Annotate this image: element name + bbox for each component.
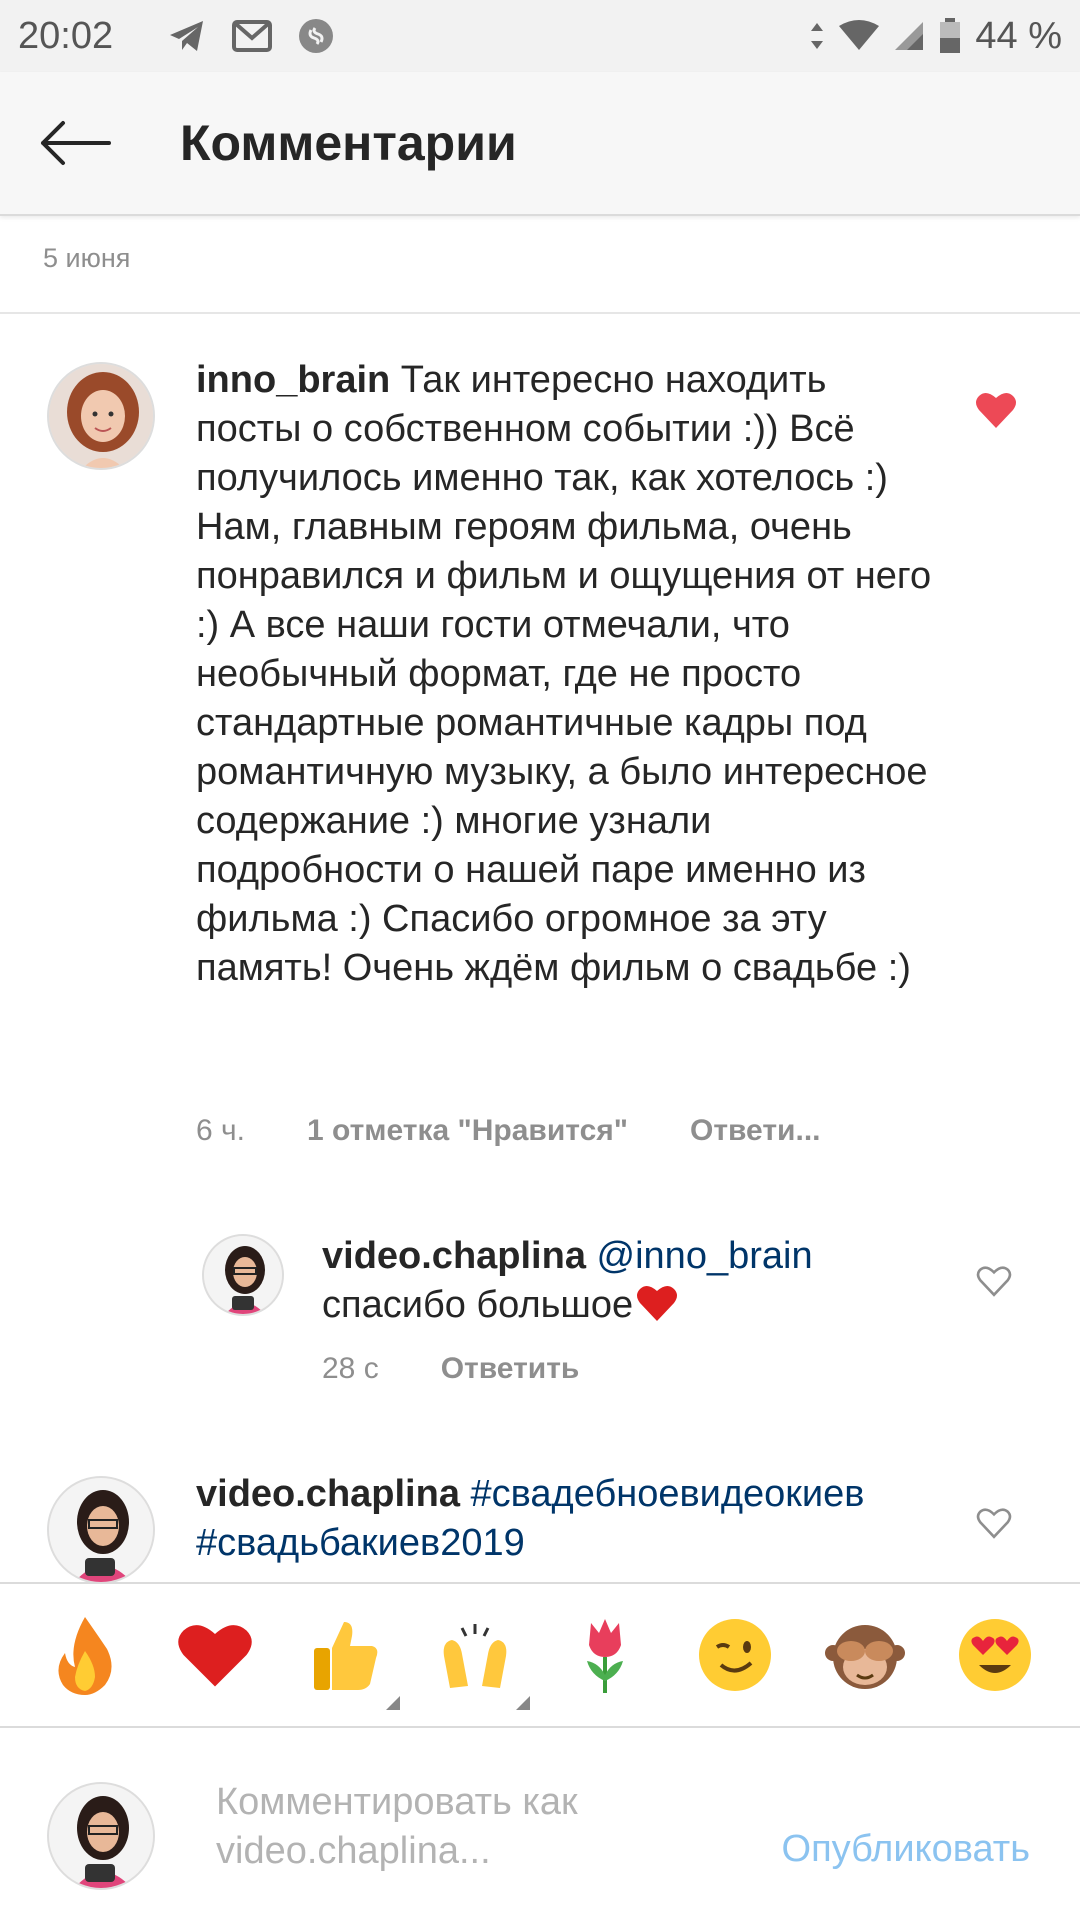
battery-percent: 44 % (975, 14, 1062, 57)
see-no-evil-monkey-icon (825, 1625, 905, 1689)
emoji-quick-bar (0, 1582, 1080, 1728)
thumbs-up-icon (314, 1622, 378, 1690)
shazam-icon (299, 19, 333, 53)
comment-composer: Комментировать как video.chaplina... Опу… (0, 1730, 1080, 1920)
raising-hands-icon (443, 1624, 507, 1688)
raising-hands-emoji-button[interactable] (430, 1610, 530, 1710)
mention-link[interactable]: @inno_brain (597, 1235, 813, 1277)
tulip-emoji-button[interactable] (560, 1610, 650, 1700)
heart-eyes-face-icon (959, 1619, 1031, 1691)
avatar[interactable] (202, 1234, 284, 1316)
likes-count-link[interactable]: 1 отметка "Нравится" (307, 1114, 628, 1148)
avatar-image (49, 364, 153, 468)
comment-time: 6 ч. (196, 1114, 245, 1147)
back-button[interactable] (0, 71, 150, 215)
status-time: 20:02 (18, 14, 114, 57)
avatar (47, 1782, 155, 1890)
comment-text: video.chaplina #свадебноевидеокиев #свад… (196, 1470, 956, 1582)
comment-text: video.chaplina @inno_brain спасибо больш… (322, 1232, 942, 1330)
avatar-image (49, 1478, 153, 1582)
publish-button[interactable]: Опубликовать (782, 1828, 1030, 1871)
comment-body: Так интересно находить посты о собственн… (196, 359, 932, 989)
battery-icon (940, 18, 961, 53)
comment-text: inno_brain Так интересно находить посты … (196, 356, 936, 993)
comment-meta: 28 с Ответить (322, 1352, 579, 1386)
avatar[interactable] (47, 362, 155, 470)
comment-time: 28 с (322, 1352, 379, 1385)
system-icons: 44 % (809, 15, 1062, 58)
comment-body: спасибо большое (322, 1284, 634, 1326)
wifi-icon (839, 20, 880, 50)
comment-meta: 6 ч. 1 отметка "Нравится" Ответи... (196, 1114, 821, 1148)
telegram-icon (170, 21, 203, 51)
see-no-evil-monkey-emoji-button[interactable] (820, 1610, 910, 1700)
heart-filled-icon[interactable] (974, 388, 1018, 432)
notification-icons (168, 18, 334, 54)
variant-indicator (516, 1696, 530, 1710)
heart-outline-icon[interactable] (975, 1262, 1013, 1300)
heart-eyes-emoji-button[interactable] (950, 1610, 1040, 1700)
variant-indicator (386, 1696, 400, 1710)
avatar-image (49, 1784, 153, 1888)
signal-icon (895, 22, 924, 50)
heart-emoji-button[interactable] (170, 1610, 260, 1700)
arrow-left-icon (41, 121, 111, 165)
caption-date: 5 июня (43, 243, 131, 273)
fire-emoji-button[interactable] (40, 1610, 130, 1700)
reply-button[interactable]: Ответи... (690, 1114, 821, 1148)
caption-divider (0, 312, 1080, 314)
comment-input[interactable]: Комментировать как video.chaplina... (216, 1778, 696, 1876)
red-heart-emoji-icon (637, 1285, 678, 1321)
comments-header: Комментарии (0, 72, 1080, 216)
status-bar: 20:02 44 % (0, 0, 1080, 72)
wink-emoji-button[interactable] (690, 1610, 780, 1700)
thumbs-up-emoji-button[interactable] (300, 1610, 400, 1710)
avatar[interactable] (47, 1476, 155, 1584)
avatar-image (204, 1236, 282, 1314)
comment-username[interactable]: inno_brain (196, 359, 390, 401)
tulip-icon (587, 1619, 623, 1693)
comment-username[interactable]: video.chaplina (322, 1235, 586, 1277)
page-title: Комментарии (180, 115, 517, 171)
gmail-icon (232, 20, 272, 52)
comment-username[interactable]: video.chaplina (196, 1473, 460, 1515)
data-arrows-icon (811, 23, 824, 49)
reply-button[interactable]: Ответить (441, 1352, 580, 1386)
heart-outline-icon[interactable] (975, 1504, 1013, 1542)
heart-icon (178, 1625, 252, 1687)
wink-face-icon (699, 1619, 771, 1691)
fire-icon (58, 1617, 112, 1695)
